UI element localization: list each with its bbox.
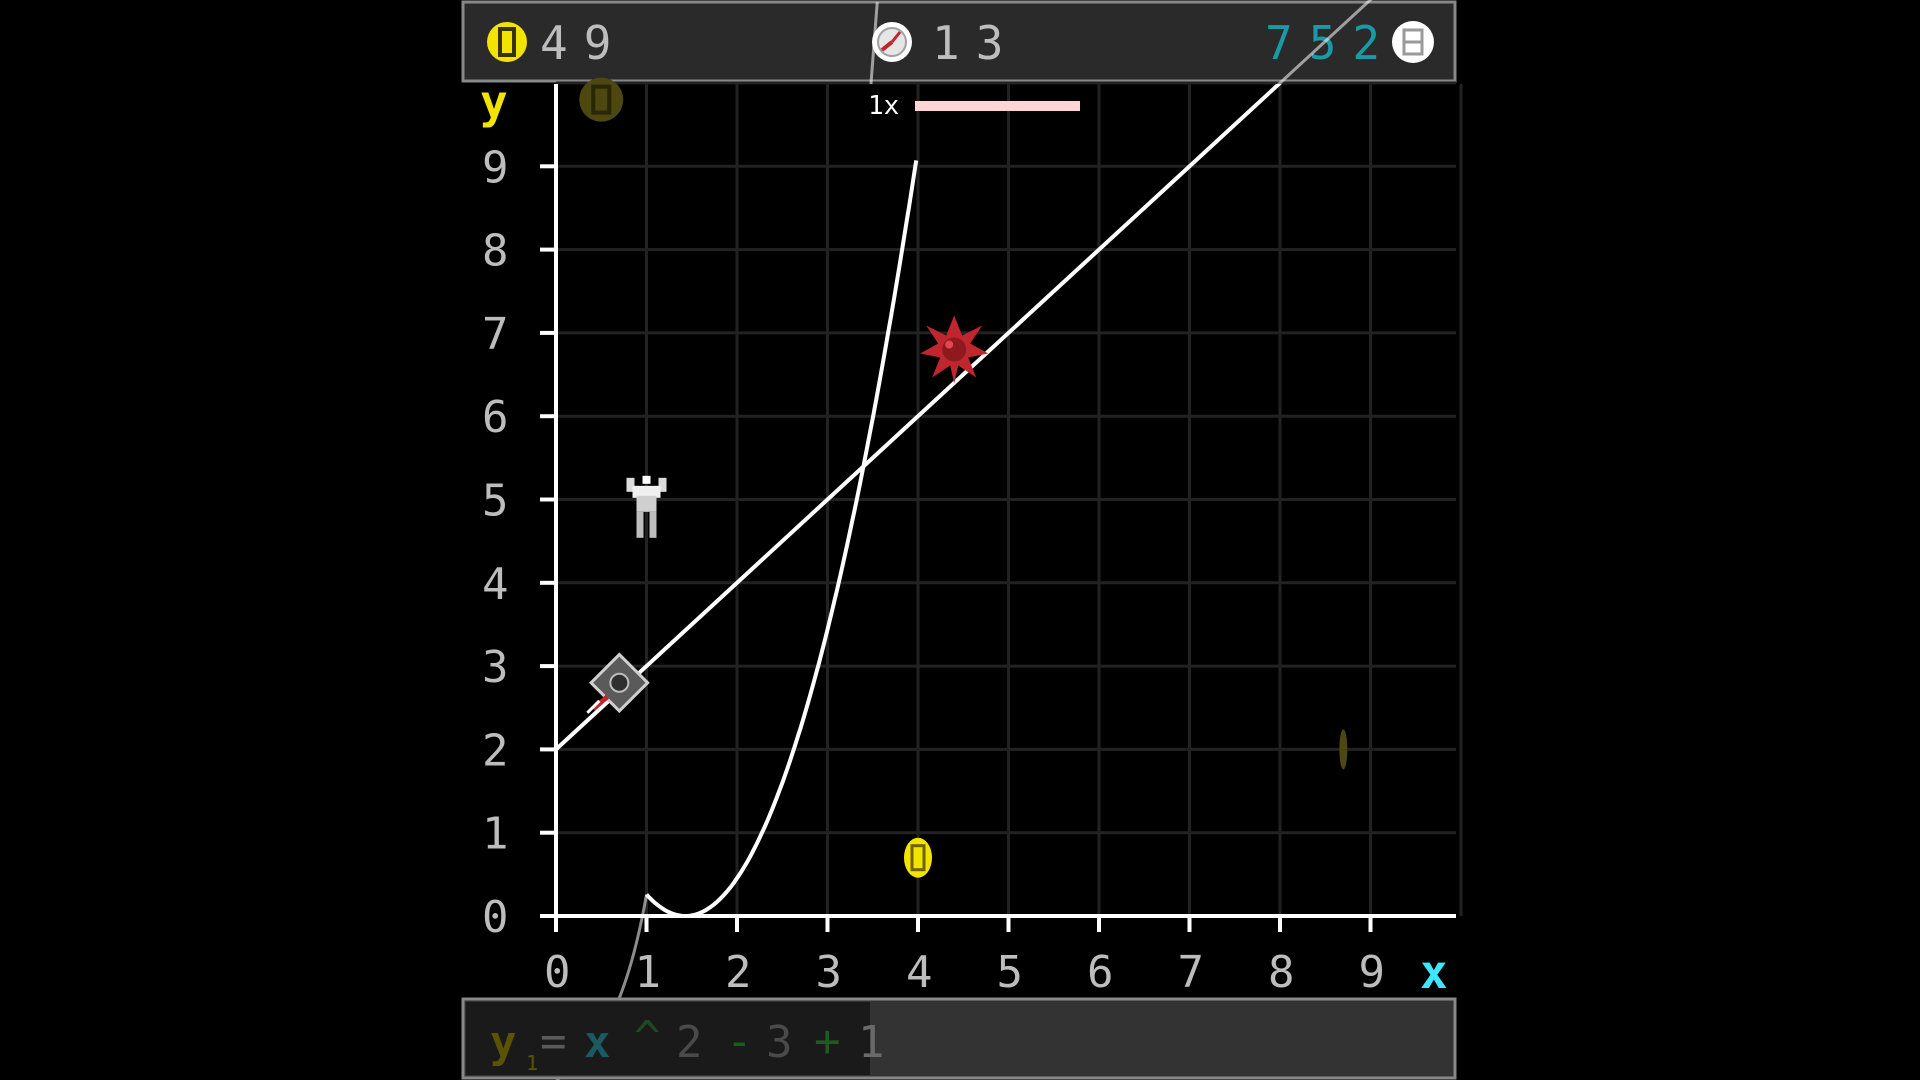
x-tick-label: 0: [544, 947, 571, 998]
speed-progress-bar: [915, 101, 1080, 111]
axis-ticks: [540, 164, 1373, 932]
y-tick-label: 8: [482, 226, 509, 277]
speed-multiplier: 1x: [868, 91, 899, 121]
axis-tick-labels: 0 1 2 3 4 5 6 7 8 9 0 1 2 3 4 5 6 7 8 9: [482, 142, 1385, 998]
equation-minus: -: [726, 1016, 753, 1067]
equation-equals: =: [540, 1016, 567, 1067]
x-tick-label: 8: [1268, 947, 1295, 998]
x-tick-label: 5: [997, 947, 1024, 998]
score-value: 752: [1265, 16, 1396, 70]
x-tick-label: 4: [906, 947, 933, 998]
y-tick-label: 2: [482, 725, 509, 776]
parabola-graph-curve: [645, 160, 919, 918]
equation-three: 3: [766, 1017, 793, 1068]
coin-icon: [487, 22, 527, 62]
top-hud: 49 13 752: [461, 0, 1457, 83]
y-tick-label: 3: [482, 642, 509, 693]
y-axis-label: y: [480, 75, 508, 129]
game-canvas: 49 13 752 0 1 2 3 4 5 6 7 8 90123456789 …: [461, 0, 1463, 1080]
equation-exponent: 2: [676, 1017, 703, 1068]
y-tick-label: 1: [482, 809, 509, 860]
equation-power: ^: [634, 1012, 661, 1063]
coin-faded: [579, 77, 624, 122]
coin-edge: [1339, 729, 1348, 770]
y-tick-label: 4: [482, 559, 509, 610]
x-tick-label: 9: [1359, 947, 1386, 998]
y-tick-label: 5: [482, 476, 509, 527]
y-tick-label: 0: [482, 892, 509, 943]
equation-one: 1: [858, 1017, 885, 1068]
equation-plus: +: [814, 1016, 841, 1067]
x-tick-label: 1: [635, 947, 662, 998]
x-tick-label: 3: [816, 947, 843, 998]
equation-bar[interactable]: y 1 = x ^ 2 - 3 + 1: [461, 997, 1457, 1080]
y-tick-label: 7: [482, 309, 509, 360]
x-tick-label: 2: [725, 947, 752, 998]
axes: 0 1 2 3 4 5 6 7 8 9 0 1 2 3 4 5 6 7 8 9 y x: [480, 75, 1456, 999]
equation-subscript: 1: [526, 1051, 538, 1075]
game-screen: 49 13 752 01234567890123456 7 8 9 y x 1x…: [0, 0, 1920, 1080]
y-tick-label: 6: [482, 392, 509, 443]
speed-indicator: 1x: [868, 91, 1080, 121]
player-ship: [586, 652, 650, 714]
x-tick-label: 7: [1178, 947, 1205, 998]
coin-pickup: [904, 837, 932, 878]
equation-y-symbol: y: [490, 1017, 517, 1068]
explosion-enemy: [920, 315, 989, 384]
plot-grid: [556, 81, 1463, 916]
equation-x-symbol: x: [584, 1017, 611, 1068]
x-axis-label: x: [1420, 945, 1448, 999]
clock-icon: [872, 22, 912, 62]
score-badge-icon: [1392, 21, 1434, 63]
y-tick-label: 9: [482, 142, 509, 193]
x-tick-label: 6: [1087, 947, 1114, 998]
coin-count: 49: [540, 16, 627, 70]
timer-value: 13: [932, 16, 1019, 70]
